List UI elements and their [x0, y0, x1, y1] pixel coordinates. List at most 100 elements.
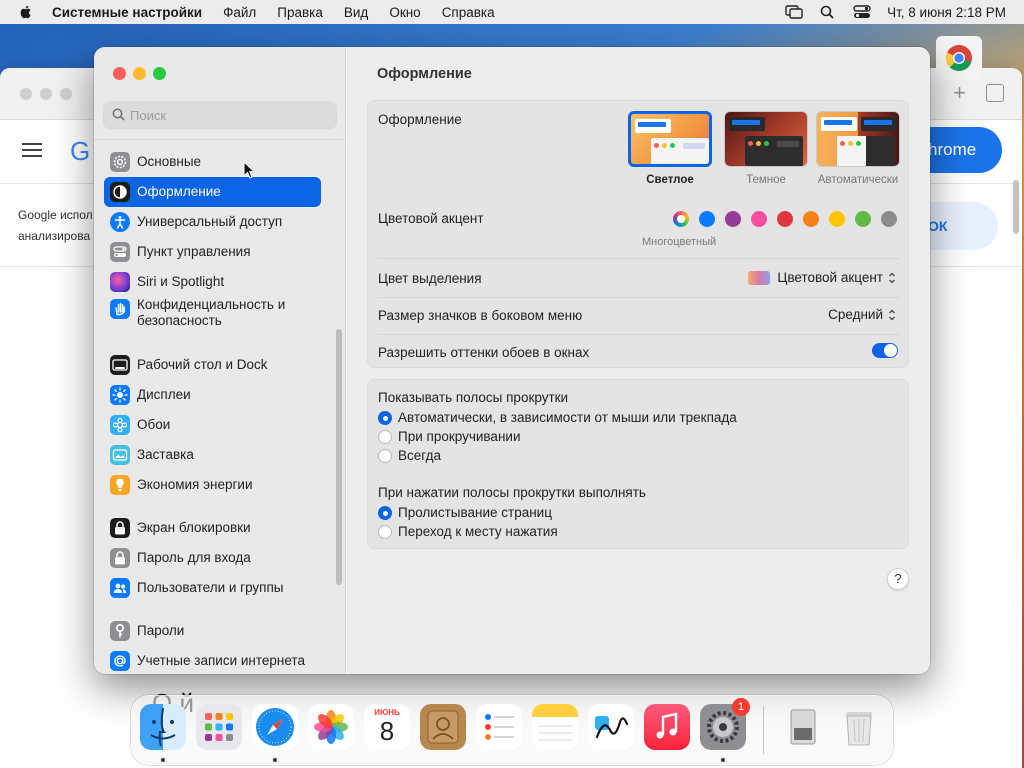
accent-pink-swatch[interactable] [751, 211, 767, 227]
radio-scroll-always[interactable]: Всегда [378, 448, 441, 463]
search-field[interactable] [103, 101, 337, 129]
theme-dark-thumbnail [724, 111, 808, 167]
contacts-icon[interactable] [420, 704, 466, 750]
notes-icon[interactable] [532, 704, 578, 750]
sidebar-item-energy[interactable]: Экономия энергии [104, 470, 321, 500]
accent-yellow-swatch[interactable] [829, 211, 845, 227]
spotlight-search-icon[interactable] [819, 5, 837, 19]
sidebar-item-displays[interactable]: Дисплеи [104, 380, 321, 410]
show-scrollbars-label: Показывать полосы прокрутки [378, 390, 569, 405]
sidebar-item-privacy[interactable]: Конфиденциальность и безопасность [104, 297, 321, 333]
radio-scroll-automatic[interactable]: Автоматически, в зависимости от мыши или… [378, 410, 737, 425]
appearance-icon [110, 182, 130, 202]
sidebar-item-desktop-dock[interactable]: Рабочий стол и Dock [104, 350, 321, 380]
menu-edit[interactable]: Правка [277, 5, 323, 20]
sidebar-item-label: Обои [137, 417, 171, 432]
sidebar-item-passwords[interactable]: Пароли [104, 616, 321, 646]
radio-label: Пролистывание страниц [398, 505, 552, 520]
close-button[interactable] [20, 88, 32, 100]
sidebar-item-users-groups[interactable]: Пользователи и группы [104, 573, 321, 603]
accent-selected-label: Многоцветный [642, 236, 717, 248]
accent-blue-swatch[interactable] [699, 211, 715, 227]
radio-button[interactable] [378, 448, 392, 463]
sidebar-icon-size-popup[interactable]: Средний [828, 307, 896, 322]
radio-scroll-when-scrolling[interactable]: При прокручивании [378, 429, 520, 444]
accent-multicolor-swatch[interactable] [673, 211, 689, 227]
sidebar-item-lock-screen[interactable]: Экран блокировки [104, 513, 321, 543]
notification-badge: 1 [732, 698, 750, 716]
sidebar-item-label: Экономия энергии [137, 477, 253, 492]
sidebar-item-label: Пользователи и группы [137, 580, 284, 595]
screen-mirroring-icon[interactable] [785, 5, 803, 19]
wallpaper-tinting-toggle[interactable] [872, 343, 898, 358]
browser-scrollbar[interactable] [1013, 180, 1019, 234]
sidebar-item-general[interactable]: Основные [104, 147, 321, 177]
apple-menu-icon[interactable] [18, 4, 34, 20]
popup-arrows-icon [889, 309, 895, 320]
highlight-color-popup[interactable]: Цветовой акцент [748, 270, 896, 285]
menu-help[interactable]: Справка [442, 5, 495, 20]
freeform-icon[interactable] [588, 704, 634, 750]
wallpaper-tinting-label: Разрешить оттенки обоев в окнах [378, 345, 590, 360]
accent-graphite-swatch[interactable] [881, 211, 897, 227]
launchpad-icon[interactable] [196, 704, 242, 750]
zoom-button[interactable] [153, 67, 166, 80]
radio-click-next-page[interactable]: Пролистывание страниц [378, 505, 552, 520]
sidebar-item-internet-accounts[interactable]: Учетные записи интернета [104, 646, 321, 674]
sidebar-item-label: Оформление [137, 184, 221, 199]
menu-window[interactable]: Окно [389, 5, 420, 20]
sidebar-item-siri[interactable]: Siri и Spotlight [104, 267, 321, 297]
finder-icon[interactable] [140, 704, 186, 762]
zoom-button[interactable] [60, 88, 72, 100]
radio-button[interactable] [378, 524, 392, 539]
trash-icon[interactable] [836, 704, 882, 750]
theme-light-label: Светлое [646, 174, 694, 186]
control-center-icon[interactable] [853, 5, 871, 19]
accent-red-swatch[interactable] [777, 211, 793, 227]
menu-clock[interactable]: Чт, 8 июня 2:18 PM [887, 5, 1006, 20]
sidebar-item-appearance[interactable]: Оформление [104, 177, 321, 207]
search-input[interactable] [130, 105, 325, 125]
radio-click-jump-to-spot[interactable]: Переход к месту нажатия [378, 524, 558, 539]
music-icon[interactable] [644, 704, 690, 750]
menu-app-name[interactable]: Системные настройки [52, 5, 202, 20]
new-tab-icon[interactable]: + [953, 80, 966, 106]
accent-purple-swatch[interactable] [725, 211, 741, 227]
safari-icon[interactable] [252, 704, 298, 762]
theme-dark-option[interactable]: Темное [724, 111, 808, 186]
tab-overview-icon[interactable] [986, 84, 1004, 102]
hamburger-menu-icon[interactable] [22, 143, 42, 157]
calendar-icon[interactable]: ИЮНЬ 8 [364, 704, 410, 750]
close-button[interactable] [113, 67, 126, 80]
disk-icon[interactable] [780, 704, 826, 750]
sidebar-scrollbar[interactable] [336, 329, 342, 585]
reminders-icon[interactable] [476, 704, 522, 750]
menu-view[interactable]: Вид [344, 5, 368, 20]
accent-orange-swatch[interactable] [803, 211, 819, 227]
radio-button[interactable] [378, 505, 392, 520]
wallpaper-icon [110, 415, 130, 435]
help-button[interactable]: ? [887, 568, 909, 590]
accent-green-swatch[interactable] [855, 211, 871, 227]
row-separator [378, 258, 900, 259]
radio-button[interactable] [378, 410, 392, 425]
sidebar-item-wallpaper[interactable]: Обои [104, 410, 321, 440]
theme-auto-label: Автоматически [817, 174, 899, 186]
minimize-button[interactable] [133, 67, 146, 80]
sidebar-item-control-center[interactable]: Пункт управления [104, 237, 321, 267]
sidebar-item-screensaver[interactable]: Заставка [104, 440, 321, 470]
sidebar-item-accessibility[interactable]: Универсальный доступ [104, 207, 321, 237]
sidebar-item-label: Заставка [137, 447, 194, 462]
radio-button[interactable] [378, 429, 392, 444]
click-scrollbar-label: При нажатии полосы прокрутки выполнять [378, 485, 646, 500]
minimize-button[interactable] [40, 88, 52, 100]
menu-file[interactable]: Файл [223, 5, 256, 20]
photos-icon[interactable] [308, 704, 354, 750]
sidebar-item-login-password[interactable]: Пароль для входа [104, 543, 321, 573]
users-icon [110, 578, 130, 598]
theme-light-option[interactable]: Светлое [628, 111, 712, 186]
google-logo: G [70, 136, 91, 166]
theme-auto-option[interactable]: Автоматически [816, 111, 900, 186]
system-settings-icon[interactable]: 1 [700, 698, 750, 762]
lock-icon [110, 548, 130, 568]
